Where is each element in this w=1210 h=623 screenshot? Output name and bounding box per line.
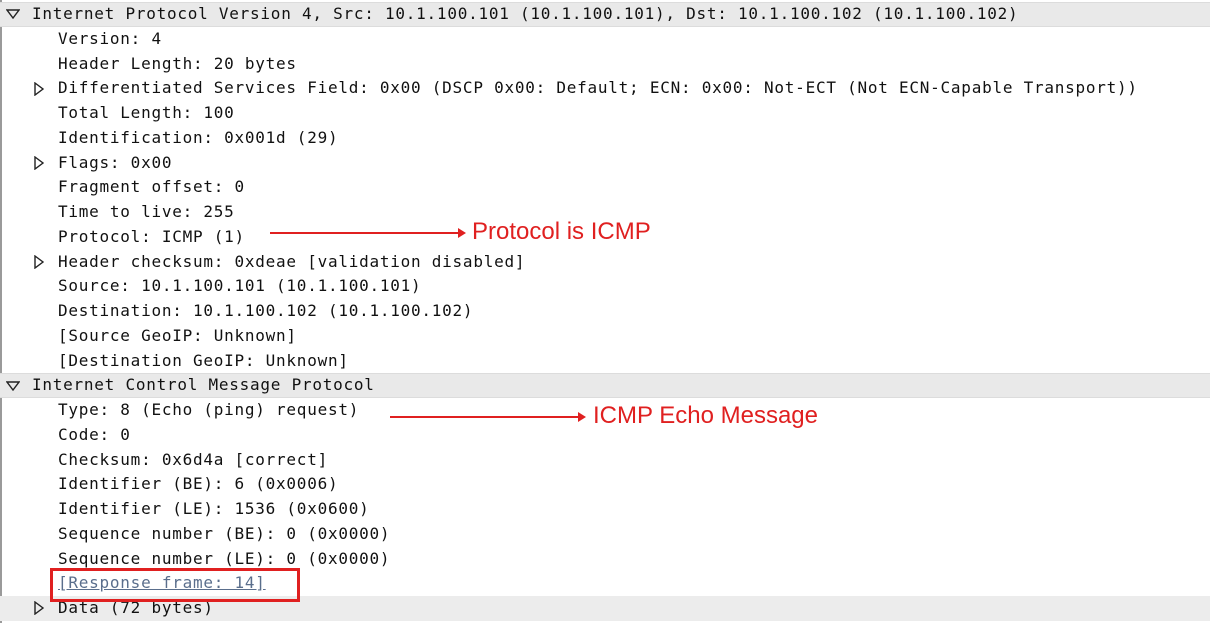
identification-label: Identification: 0x001d (29)	[58, 127, 339, 147]
ipv4-header-label: Internet Protocol Version 4, Src: 10.1.1…	[32, 4, 1019, 23]
protocol-label: Protocol: ICMP (1)	[58, 226, 245, 246]
echo-annotation: ICMP Echo Message	[593, 402, 818, 429]
total-length-label: Total Length: 100	[58, 103, 235, 122]
flags-label: Flags: 0x00	[58, 152, 173, 172]
tree-row-fragment-offset[interactable]: Fragment offset: 0	[0, 175, 1210, 200]
tree-row-destination-geoip[interactable]: [Destination GeoIP: Unknown]	[0, 349, 1210, 374]
icmp-checksum-label: Checksum: 0x6d4a [correct]	[58, 449, 328, 469]
tree-row-destination[interactable]: Destination: 10.1.100.102 (10.1.100.102)	[0, 299, 1210, 324]
header-length-label: Header Length: 20 bytes	[58, 53, 297, 73]
dsf-label: Differentiated Services Field: 0x00 (DSC…	[58, 78, 1138, 98]
tree-row-ipv4[interactable]: Internet Protocol Version 4, Src: 10.1.1…	[0, 2, 1210, 27]
destination-label: Destination: 10.1.100.102 (10.1.100.102)	[58, 301, 474, 320]
collapsed-triangle-icon[interactable]	[34, 151, 48, 176]
tree-row-icmp-checksum[interactable]: Checksum: 0x6d4a [correct]	[0, 448, 1210, 473]
echo-arrow	[390, 412, 586, 422]
tree-row-icmp[interactable]: Internet Control Message Protocol	[0, 373, 1210, 398]
tree-row-identification[interactable]: Identification: 0x001d (29)	[0, 126, 1210, 151]
collapsed-triangle-icon[interactable]	[34, 76, 48, 101]
packet-details-tree: Internet Protocol Version 4, Src: 10.1.1…	[0, 2, 1210, 621]
tree-row-total-length[interactable]: Total Length: 100	[0, 101, 1210, 126]
tree-row-dsf[interactable]: Differentiated Services Field: 0x00 (DSC…	[0, 76, 1210, 101]
tree-row-version[interactable]: Version: 4	[0, 27, 1210, 52]
expanded-triangle-icon[interactable]	[6, 3, 20, 26]
collapsed-triangle-icon[interactable]	[34, 596, 48, 621]
response-frame-highlight	[50, 568, 300, 602]
identifier-le-label: Identifier (LE): 1536 (0x0600)	[58, 499, 370, 518]
version-label: Version: 4	[58, 28, 162, 48]
seq-be-label: Sequence number (BE): 0 (0x0000)	[58, 523, 391, 543]
tree-row-identifier-be[interactable]: Identifier (BE): 6 (0x0006)	[0, 472, 1210, 497]
tree-row-header-length[interactable]: Header Length: 20 bytes	[0, 52, 1210, 77]
destination-geoip-label: [Destination GeoIP: Unknown]	[58, 350, 349, 370]
tree-row-source[interactable]: Source: 10.1.100.101 (10.1.100.101)	[0, 274, 1210, 299]
icmp-code-label: Code: 0	[58, 424, 131, 444]
fragment-offset-label: Fragment offset: 0	[58, 177, 245, 197]
header-checksum-label: Header checksum: 0xdeae [validation disa…	[58, 251, 526, 271]
tree-row-header-checksum[interactable]: Header checksum: 0xdeae [validation disa…	[0, 250, 1210, 275]
protocol-arrow	[270, 228, 466, 238]
tree-row-flags[interactable]: Flags: 0x00	[0, 151, 1210, 176]
protocol-annotation: Protocol is ICMP	[472, 218, 651, 245]
tree-row-seq-be[interactable]: Sequence number (BE): 0 (0x0000)	[0, 522, 1210, 547]
ttl-label: Time to live: 255	[58, 202, 235, 221]
icmp-header-label: Internet Control Message Protocol	[32, 375, 375, 395]
expanded-triangle-icon[interactable]	[6, 374, 20, 397]
identifier-be-label: Identifier (BE): 6 (0x0006)	[58, 474, 339, 494]
source-geoip-label: [Source GeoIP: Unknown]	[58, 325, 297, 345]
tree-row-identifier-le[interactable]: Identifier (LE): 1536 (0x0600)	[0, 497, 1210, 522]
collapsed-triangle-icon[interactable]	[34, 250, 48, 275]
source-label: Source: 10.1.100.101 (10.1.100.101)	[58, 276, 422, 296]
tree-row-source-geoip[interactable]: [Source GeoIP: Unknown]	[0, 324, 1210, 349]
icmp-type-label: Type: 8 (Echo (ping) request)	[58, 400, 360, 419]
